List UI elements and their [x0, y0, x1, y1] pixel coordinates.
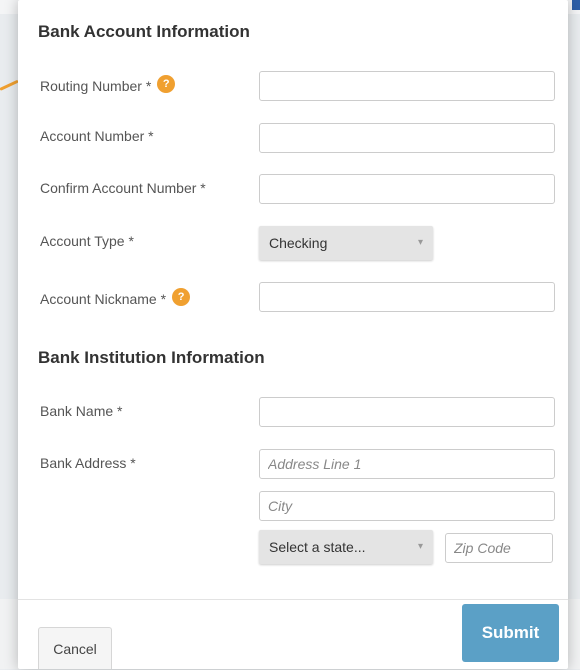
bank-address-label: Bank Address *: [40, 455, 136, 471]
callout-line: [0, 79, 19, 91]
account-nickname-input[interactable]: [259, 282, 555, 312]
account-type-label: Account Type *: [40, 233, 134, 249]
bank-account-modal: Bank Account Information Routing Number …: [18, 0, 568, 669]
corner-indicator-icon: [572, 0, 580, 10]
confirm-account-number-label: Confirm Account Number *: [40, 180, 206, 196]
section-title-bank-account: Bank Account Information: [38, 22, 250, 41]
chevron-down-icon: ▾: [417, 541, 423, 552]
city-input[interactable]: [259, 491, 555, 521]
help-icon[interactable]: ?: [172, 288, 191, 307]
bank-name-label: Bank Name *: [40, 403, 123, 419]
account-number-input[interactable]: [259, 123, 555, 153]
bank-name-input[interactable]: [259, 397, 555, 427]
account-type-select[interactable]: Checking ▾: [259, 226, 433, 260]
routing-number-input[interactable]: [259, 71, 555, 101]
help-icon[interactable]: ?: [157, 75, 176, 94]
account-number-label: Account Number *: [40, 128, 154, 144]
account-nickname-label: Account Nickname *?: [40, 288, 191, 309]
section-title-bank-institution: Bank Institution Information: [38, 348, 265, 367]
submit-button[interactable]: Submit: [462, 604, 559, 662]
routing-number-label: Routing Number *?: [40, 75, 176, 96]
zip-code-input[interactable]: [445, 533, 553, 563]
footer-divider: [18, 599, 568, 600]
address-line1-input[interactable]: [259, 449, 555, 479]
confirm-account-number-input[interactable]: [259, 174, 555, 204]
account-type-selected-value: Checking: [269, 235, 328, 251]
state-select[interactable]: Select a state... ▾: [259, 530, 433, 564]
chevron-down-icon: ▾: [417, 237, 423, 248]
cancel-button[interactable]: Cancel: [38, 627, 112, 669]
state-selected-value: Select a state...: [269, 539, 366, 555]
